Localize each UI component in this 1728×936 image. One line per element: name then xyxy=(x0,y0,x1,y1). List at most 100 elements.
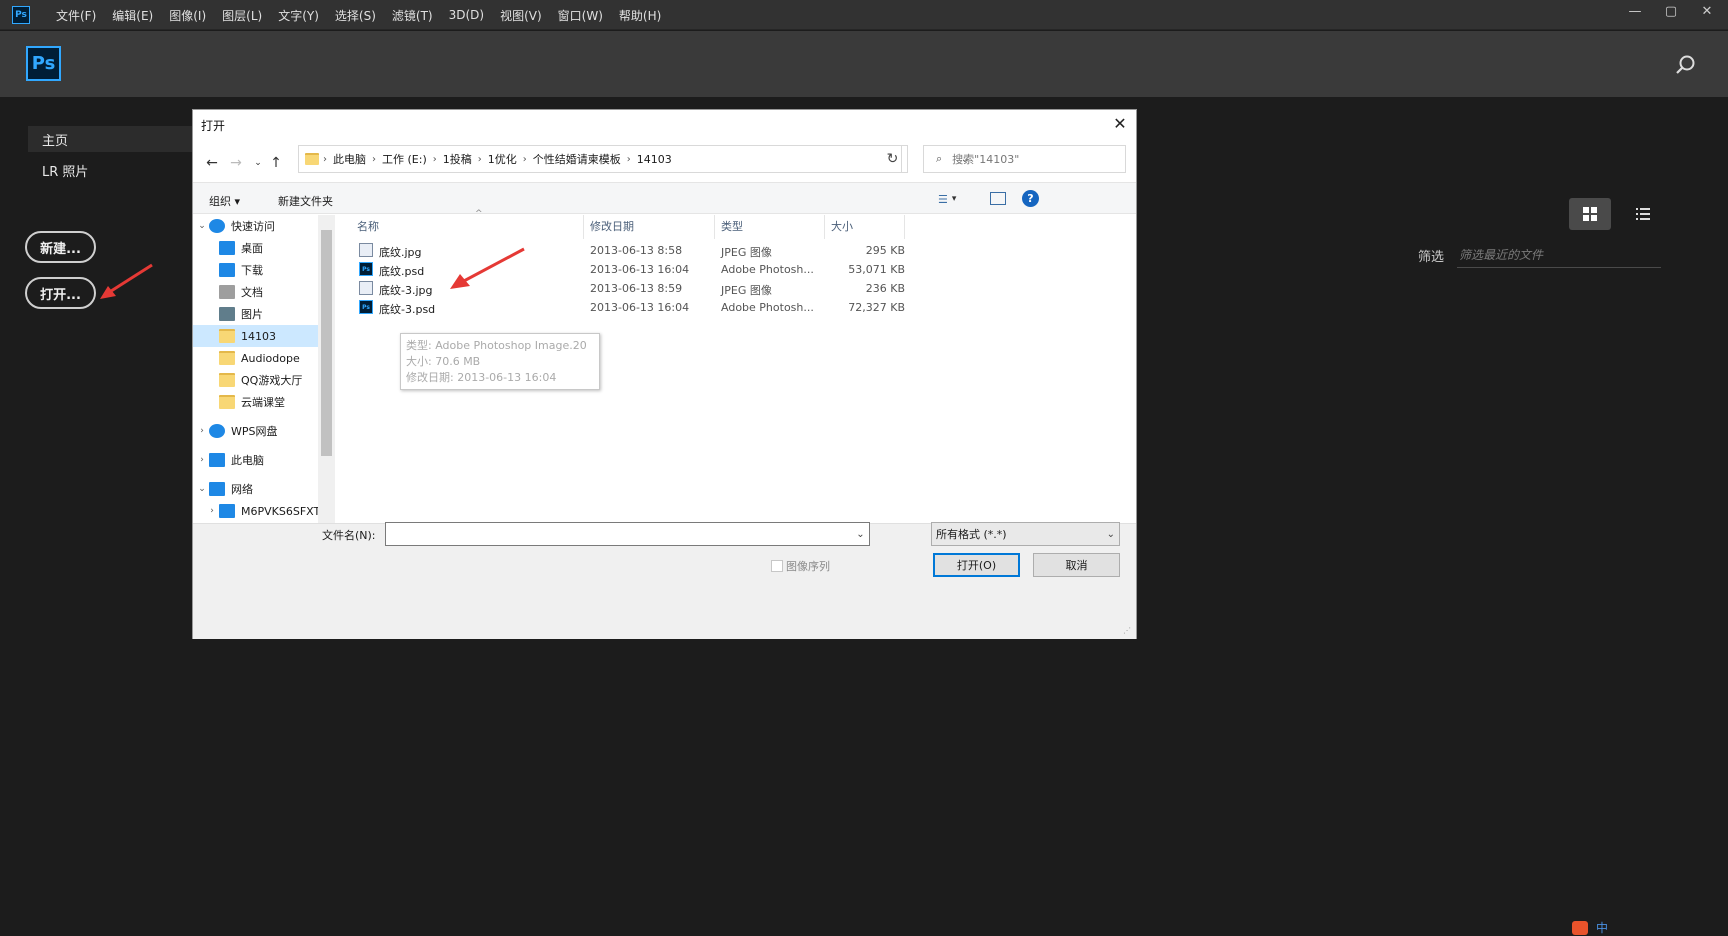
tooltip-size: 大小: 70.6 MB xyxy=(406,355,481,368)
chevron-right-icon[interactable]: › xyxy=(195,426,209,436)
file-date: 2013-06-13 8:59 xyxy=(590,282,683,295)
file-size: 295 KB xyxy=(865,244,905,257)
tree-scrollbar-thumb[interactable] xyxy=(321,230,332,456)
breadcrumb-item[interactable]: 此电脑 xyxy=(327,151,372,167)
tree-item[interactable]: 云端课堂 xyxy=(193,391,332,413)
dialog-open-button[interactable]: 打开(O) xyxy=(933,553,1020,577)
menu-item[interactable]: 文件(F) xyxy=(48,7,104,24)
menu-item[interactable]: 图像(I) xyxy=(161,7,214,24)
column-type[interactable]: 类型 xyxy=(715,215,825,239)
history-dropdown[interactable]: ⌄ xyxy=(249,154,267,172)
menu-item[interactable]: 编辑(E) xyxy=(104,7,161,24)
tree-item-label: 快速访问 xyxy=(231,220,275,233)
tooltip-type: 类型: Adobe Photoshop Image.20 xyxy=(406,339,587,352)
dialog-cancel-button[interactable]: 取消 xyxy=(1033,553,1120,577)
tree-item[interactable]: 14103 xyxy=(193,325,332,347)
nav-home[interactable]: 主页 xyxy=(28,126,200,152)
new-button[interactable]: 新建... xyxy=(25,231,96,263)
column-name[interactable]: 名称 xyxy=(351,215,584,239)
filter-input[interactable]: 筛选最近的文件 xyxy=(1457,242,1661,268)
refresh-button[interactable]: ↻ xyxy=(878,145,908,173)
chevron-down-icon[interactable]: ⌄ xyxy=(195,484,209,494)
tree-item[interactable]: ⌄ 快速访问 xyxy=(193,215,332,237)
help-icon[interactable]: ? xyxy=(1022,190,1039,207)
tree-item[interactable]: ⌄ 网络 xyxy=(193,478,332,500)
file-row[interactable]: 底纹.jpg 2013-06-13 8:58 JPEG 图像 295 KB xyxy=(351,240,911,261)
new-folder-button[interactable]: 新建文件夹 xyxy=(278,193,333,209)
photoshop-small-logo: Ps xyxy=(12,6,30,24)
breadcrumb-item[interactable]: 工作 (E:) xyxy=(376,151,433,167)
chevron-down-icon: ⌄ xyxy=(1106,528,1115,540)
up-button[interactable]: ↑ xyxy=(267,154,285,172)
back-button[interactable]: ← xyxy=(203,154,221,172)
menu-item[interactable]: 选择(S) xyxy=(327,7,384,24)
address-bar[interactable]: › 此电脑 › 工作 (E:) › 1投稿 › 1优化 › 个性结婚请柬模板 ›… xyxy=(298,145,969,173)
tree-item-label: 云端课堂 xyxy=(241,396,285,409)
menu-item[interactable]: 滤镜(T) xyxy=(384,7,441,24)
menu-item[interactable]: 文字(Y) xyxy=(270,7,327,24)
minimize-button[interactable]: — xyxy=(1620,0,1650,22)
filename-label: 文件名(N): xyxy=(322,529,376,542)
chevron-right-icon[interactable]: › xyxy=(205,506,219,516)
breadcrumb-item[interactable]: 个性结婚请柬模板 xyxy=(527,151,627,167)
tree-item[interactable]: Audiodope xyxy=(193,347,332,369)
maximize-button[interactable]: ▢ xyxy=(1656,0,1686,22)
file-row[interactable]: 底纹-3.jpg 2013-06-13 8:59 JPEG 图像 236 KB xyxy=(351,278,911,299)
file-row[interactable]: Ps 底纹-3.psd 2013-06-13 16:04 Adobe Photosh.… xyxy=(351,297,911,318)
chevron-right-icon[interactable]: › xyxy=(195,455,209,465)
menu-item[interactable]: 3D(D) xyxy=(441,8,492,22)
forward-button[interactable]: → xyxy=(227,154,245,172)
file-type: Adobe Photosh... xyxy=(721,263,814,276)
jpg-file-icon xyxy=(359,243,373,257)
menu-item[interactable]: 窗口(W) xyxy=(550,7,611,24)
file-row[interactable]: Ps 底纹.psd 2013-06-13 16:04 Adobe Photosh...… xyxy=(351,259,911,280)
filename-dropdown-icon[interactable]: ⌄ xyxy=(852,523,869,545)
tree-item[interactable]: › M6PVKS6SFXTI xyxy=(193,500,332,522)
tree-item[interactable]: › 此电脑 xyxy=(193,449,332,471)
tree-item[interactable]: QQ游戏大厅 xyxy=(193,369,332,391)
folder-icon xyxy=(219,373,235,387)
organize-button[interactable]: 组织 ▾ xyxy=(209,193,240,209)
tooltip-date: 修改日期: 2013-06-13 16:04 xyxy=(406,371,557,384)
tree-item-label: Audiodope xyxy=(241,351,300,365)
close-window-button[interactable]: ✕ xyxy=(1692,0,1722,22)
tree-item[interactable]: 文档✦ xyxy=(193,281,332,303)
menu-item[interactable]: 视图(V) xyxy=(492,7,550,24)
tree-item[interactable]: › WPS网盘 xyxy=(193,420,332,442)
tree-item[interactable]: 下载✦ xyxy=(193,259,332,281)
sort-arrow-icon: ^ xyxy=(475,209,483,219)
folder-icon xyxy=(219,351,235,365)
filename-input[interactable] xyxy=(385,522,870,546)
breadcrumb-item[interactable]: 1投稿 xyxy=(437,151,478,167)
filetype-select[interactable]: 所有格式 (*.*) ⌄ xyxy=(931,522,1120,546)
nav-lr-photos[interactable]: LR 照片 xyxy=(28,157,88,183)
file-size: 236 KB xyxy=(865,282,905,295)
menu-item[interactable]: 图层(L) xyxy=(214,7,270,24)
change-view-button[interactable]: ☰ ▾ xyxy=(938,191,968,207)
ime-indicator[interactable]: 中 xyxy=(1572,919,1728,936)
dialog-search-placeholder: 搜索"14103" xyxy=(952,153,1020,166)
open-button[interactable]: 打开... xyxy=(25,277,96,309)
grid-icon xyxy=(1583,207,1597,221)
star-icon xyxy=(209,219,225,233)
picture-icon xyxy=(219,307,235,321)
menu-item[interactable]: 帮助(H) xyxy=(611,7,669,24)
tree-item[interactable]: 桌面✦ xyxy=(193,237,332,259)
psd-file-icon: Ps xyxy=(359,262,373,276)
grid-view-button[interactable] xyxy=(1569,198,1611,230)
list-view-button[interactable] xyxy=(1622,198,1664,230)
breadcrumb-item[interactable]: 14103 xyxy=(631,153,678,166)
resize-grip-icon[interactable]: ⋰ xyxy=(1123,626,1131,635)
column-date[interactable]: 修改日期 xyxy=(584,215,715,239)
dialog-close-button[interactable]: ✕ xyxy=(1108,113,1132,133)
dialog-search-input[interactable]: ⌕ 搜索"14103" xyxy=(923,145,1126,173)
preview-pane-icon[interactable] xyxy=(990,192,1006,205)
search-icon[interactable] xyxy=(1674,54,1696,76)
column-size[interactable]: 大小 xyxy=(825,215,905,239)
breadcrumb-item[interactable]: 1优化 xyxy=(482,151,523,167)
tree-item-label: 网络 xyxy=(231,483,253,496)
cloud-icon xyxy=(209,424,225,438)
tree-item[interactable]: 图片✦ xyxy=(193,303,332,325)
chevron-down-icon[interactable]: ⌄ xyxy=(195,221,209,231)
image-sequence-checkbox[interactable] xyxy=(771,560,783,572)
